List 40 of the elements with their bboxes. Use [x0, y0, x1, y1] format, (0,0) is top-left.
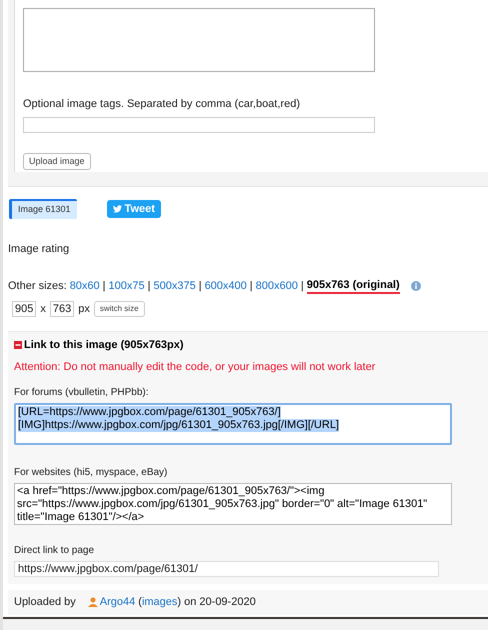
field-label: For forums (vbulletin, PHPbb):: [14, 386, 150, 400]
upload-button[interactable]: Upload image: [23, 152, 91, 170]
code-textarea[interactable]: <a href="https://www.jpgbox.com/page/61301_905x763/"><img src="https://www.jpgbox.com/jpg/61301_905x763.jpg" border="0" alt="Image 61301" title="Image 61301"/></a>: [14, 483, 452, 525]
image-button[interactable]: Image 61301: [9, 199, 77, 218]
description-field[interactable]: [23, 8, 375, 72]
times-text: x: [40, 302, 46, 316]
collapse-icon[interactable]: [14, 341, 22, 350]
field-label: Direct link to page: [14, 544, 96, 558]
separator-text: |: [300, 279, 304, 294]
size-link[interactable]: 100x75: [108, 278, 145, 294]
images-link[interactable]: images: [142, 594, 178, 610]
size-link[interactable]: 905x763 (original): [306, 278, 400, 294]
uploaded-by-text: Uploaded by: [14, 595, 76, 610]
info-icon[interactable]: [410, 281, 421, 292]
height-field[interactable]: 763: [50, 300, 74, 317]
section-title: Link to this image (905x763px): [24, 338, 184, 353]
unit-text: px: [78, 302, 90, 316]
code-textarea[interactable]: [URL=https://www.jpgbox.com/page/61301_905x763/] [IMG]https://www.jpgbox.com/jpg/61301_905x763.jpg[/IMG][/URL]: [14, 403, 452, 445]
user-icon: [88, 597, 98, 608]
sizes-label: Other sizes:: [8, 279, 67, 294]
tags-label: Optional image tags. Separated by comma (car,boat,red): [23, 97, 301, 112]
date-text: ) on 20-09-2020: [177, 595, 256, 610]
width-field[interactable]: 905: [12, 300, 36, 317]
separator-text: |: [102, 279, 106, 294]
bird-icon: [112, 204, 122, 213]
size-link[interactable]: 80x60: [70, 278, 100, 294]
rating-label: Image rating: [8, 242, 70, 256]
separator-text: |: [198, 279, 202, 294]
warning-text: Attention: Do not manually edit the code, or your images will not work later: [14, 360, 376, 374]
paren-text: (: [138, 595, 142, 610]
link-field[interactable]: https://www.jpgbox.com/page/61301/: [14, 561, 439, 577]
user-link[interactable]: Argo44: [100, 594, 136, 610]
field-label: For websites (hi5, myspace, eBay): [14, 466, 168, 480]
tags-field[interactable]: [23, 116, 375, 132]
size-link[interactable]: 500x375: [153, 278, 196, 294]
size-link[interactable]: 800x600: [256, 278, 298, 294]
separator-text: |: [148, 279, 150, 294]
separator-text: |: [250, 279, 253, 294]
size-link[interactable]: 600x400: [204, 278, 247, 294]
switch-size-button[interactable]: switch size: [94, 300, 145, 317]
